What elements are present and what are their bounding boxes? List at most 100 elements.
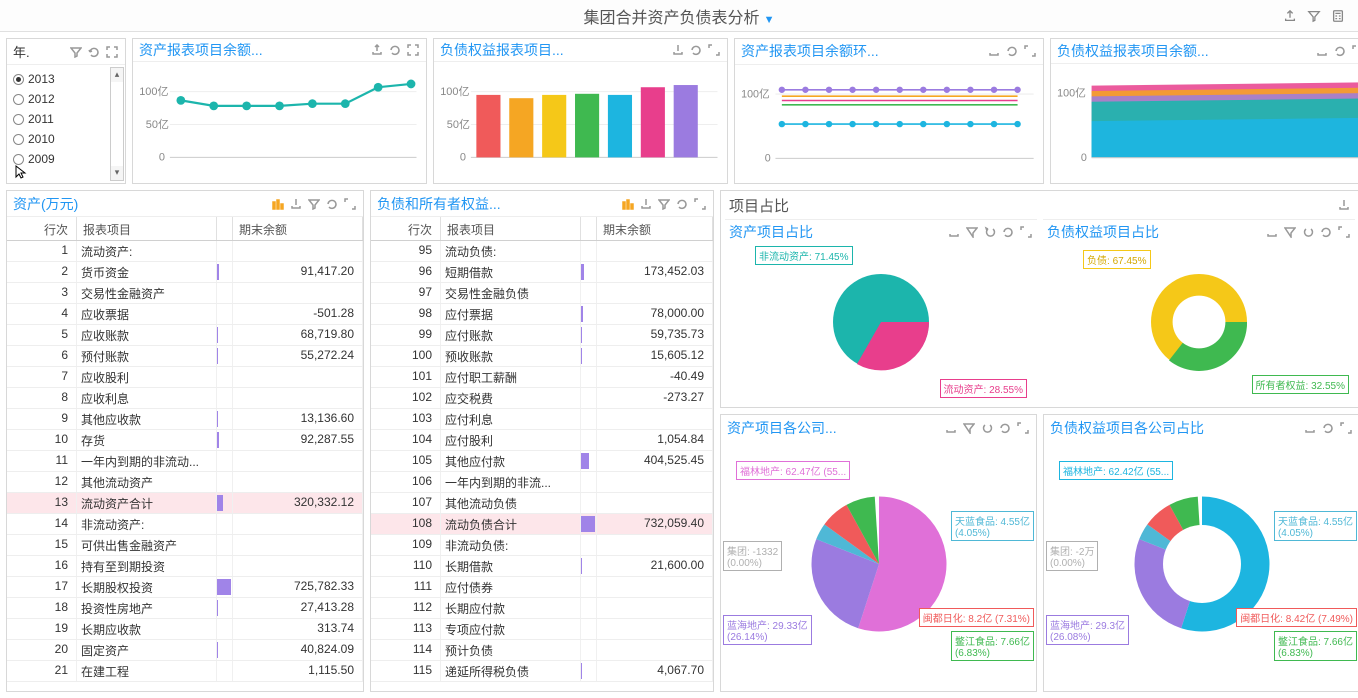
filter-icon[interactable] — [965, 225, 979, 239]
table-row[interactable]: 11一年内到期的非流动... — [7, 451, 363, 472]
refresh-icon[interactable] — [388, 43, 402, 57]
refresh-icon[interactable] — [1333, 44, 1347, 58]
filter-icon[interactable] — [69, 45, 83, 59]
refresh-icon[interactable] — [675, 197, 689, 211]
table-row[interactable]: 1流动资产: — [7, 241, 363, 262]
table-row[interactable]: 102应交税费-273.27 — [371, 388, 713, 409]
refresh-icon[interactable] — [689, 43, 703, 57]
table-body[interactable]: 95流动负债:96短期借款173,452.0397交易性金融负债98应付票据78… — [371, 241, 713, 691]
table-row[interactable]: 98应付票据78,000.00 — [371, 304, 713, 325]
refresh-icon[interactable] — [998, 421, 1012, 435]
expand-icon[interactable] — [1019, 225, 1033, 239]
refresh-icon[interactable] — [1319, 225, 1333, 239]
table-row[interactable]: 12其他流动资产 — [7, 472, 363, 493]
filter-icon[interactable] — [962, 421, 976, 435]
table-row[interactable]: 97交易性金融负债 — [371, 283, 713, 304]
scroll-down-icon[interactable]: ▾ — [111, 166, 123, 180]
table-row[interactable]: 19长期应收款313.74 — [7, 619, 363, 640]
table-row[interactable]: 20固定资产40,824.09 — [7, 640, 363, 661]
expand-icon[interactable] — [343, 197, 357, 211]
table-row[interactable]: 8应收利息 — [7, 388, 363, 409]
table-row[interactable]: 104应付股利1,054.84 — [371, 430, 713, 451]
column-chooser-icon[interactable] — [621, 197, 635, 211]
expand-icon[interactable] — [1351, 44, 1358, 58]
export-icon[interactable] — [639, 197, 653, 211]
table-row[interactable]: 6预付账款55,272.24 — [7, 346, 363, 367]
filter-icon[interactable]: ▼ — [764, 14, 775, 26]
year-option[interactable]: 2013 — [9, 69, 123, 89]
export-icon[interactable] — [987, 44, 1001, 58]
table-row[interactable]: 21在建工程1,115.50 — [7, 661, 363, 682]
year-option[interactable]: 2011 — [9, 109, 123, 129]
table-row[interactable]: 105其他应付款404,525.45 — [371, 451, 713, 472]
table-row[interactable]: 14非流动资产: — [7, 514, 363, 535]
refresh-icon[interactable] — [1321, 421, 1335, 435]
table-row[interactable]: 16持有至到期投资 — [7, 556, 363, 577]
undo-icon[interactable] — [983, 225, 997, 239]
table-row[interactable]: 110长期借款21,600.00 — [371, 556, 713, 577]
filter-clear-icon[interactable] — [1306, 8, 1322, 24]
table-row[interactable]: 2货币资金91,417.20 — [7, 262, 363, 283]
export-icon[interactable] — [1337, 198, 1351, 212]
refresh-icon[interactable] — [1005, 44, 1019, 58]
table-row[interactable]: 115递延所得税负债4,067.70 — [371, 661, 713, 682]
table-row[interactable]: 100预收账款15,605.12 — [371, 346, 713, 367]
expand-icon[interactable] — [1339, 421, 1353, 435]
table-row[interactable]: 106一年内到期的非流... — [371, 472, 713, 493]
scroll-up-icon[interactable]: ▴ — [111, 68, 123, 82]
export-icon[interactable] — [1282, 8, 1298, 24]
table-row[interactable]: 101应付职工薪酬-40.49 — [371, 367, 713, 388]
undo-icon[interactable] — [1301, 225, 1315, 239]
radio-icon[interactable] — [13, 74, 24, 85]
table-row[interactable]: 4应收票据-501.28 — [7, 304, 363, 325]
table-row[interactable]: 103应付利息 — [371, 409, 713, 430]
export-icon[interactable] — [947, 225, 961, 239]
filter-icon[interactable] — [657, 197, 671, 211]
refresh-icon[interactable] — [325, 197, 339, 211]
export-icon[interactable] — [289, 197, 303, 211]
table-row[interactable]: 114预计负债 — [371, 640, 713, 661]
table-row[interactable]: 9其他应收款13,136.60 — [7, 409, 363, 430]
table-row[interactable]: 111应付债券 — [371, 577, 713, 598]
radio-icon[interactable] — [13, 94, 24, 105]
table-row[interactable]: 3交易性金融资产 — [7, 283, 363, 304]
export-icon[interactable] — [1265, 225, 1279, 239]
export-icon[interactable] — [944, 421, 958, 435]
table-row[interactable]: 13流动资产合计320,332.12 — [7, 493, 363, 514]
table-row[interactable]: 107其他流动负债 — [371, 493, 713, 514]
refresh-icon[interactable] — [87, 45, 101, 59]
column-chooser-icon[interactable] — [271, 197, 285, 211]
table-row[interactable]: 15可供出售金融资产 — [7, 535, 363, 556]
undo-icon[interactable] — [980, 421, 994, 435]
refresh-icon[interactable] — [1001, 225, 1015, 239]
radio-icon[interactable] — [13, 134, 24, 145]
table-row[interactable]: 5应收账款68,719.80 — [7, 325, 363, 346]
expand-icon[interactable] — [707, 43, 721, 57]
expand-icon[interactable] — [406, 43, 420, 57]
table-row[interactable]: 10存货92,287.55 — [7, 430, 363, 451]
calculator-icon[interactable] — [1330, 8, 1346, 24]
radio-icon[interactable] — [13, 114, 24, 125]
year-option[interactable]: 2009 — [9, 149, 123, 169]
table-row[interactable]: 18投资性房地产27,413.28 — [7, 598, 363, 619]
radio-icon[interactable] — [13, 154, 24, 165]
year-option[interactable]: 2012 — [9, 89, 123, 109]
export-icon[interactable] — [1303, 421, 1317, 435]
table-row[interactable]: 99应付账款59,735.73 — [371, 325, 713, 346]
scrollbar[interactable]: ▴ ▾ — [110, 67, 124, 181]
expand-icon[interactable] — [105, 45, 119, 59]
expand-icon[interactable] — [693, 197, 707, 211]
table-row[interactable]: 7应收股利 — [7, 367, 363, 388]
table-row[interactable]: 109非流动负债: — [371, 535, 713, 556]
export-icon[interactable] — [671, 43, 685, 57]
expand-icon[interactable] — [1016, 421, 1030, 435]
table-row[interactable]: 113专项应付款 — [371, 619, 713, 640]
table-row[interactable]: 95流动负债: — [371, 241, 713, 262]
expand-icon[interactable] — [1023, 44, 1037, 58]
filter-icon[interactable] — [1283, 225, 1297, 239]
year-option[interactable]: 2010 — [9, 129, 123, 149]
expand-icon[interactable] — [1337, 225, 1351, 239]
table-row[interactable]: 112长期应付款 — [371, 598, 713, 619]
filter-icon[interactable] — [307, 197, 321, 211]
table-row[interactable]: 108流动负债合计732,059.40 — [371, 514, 713, 535]
